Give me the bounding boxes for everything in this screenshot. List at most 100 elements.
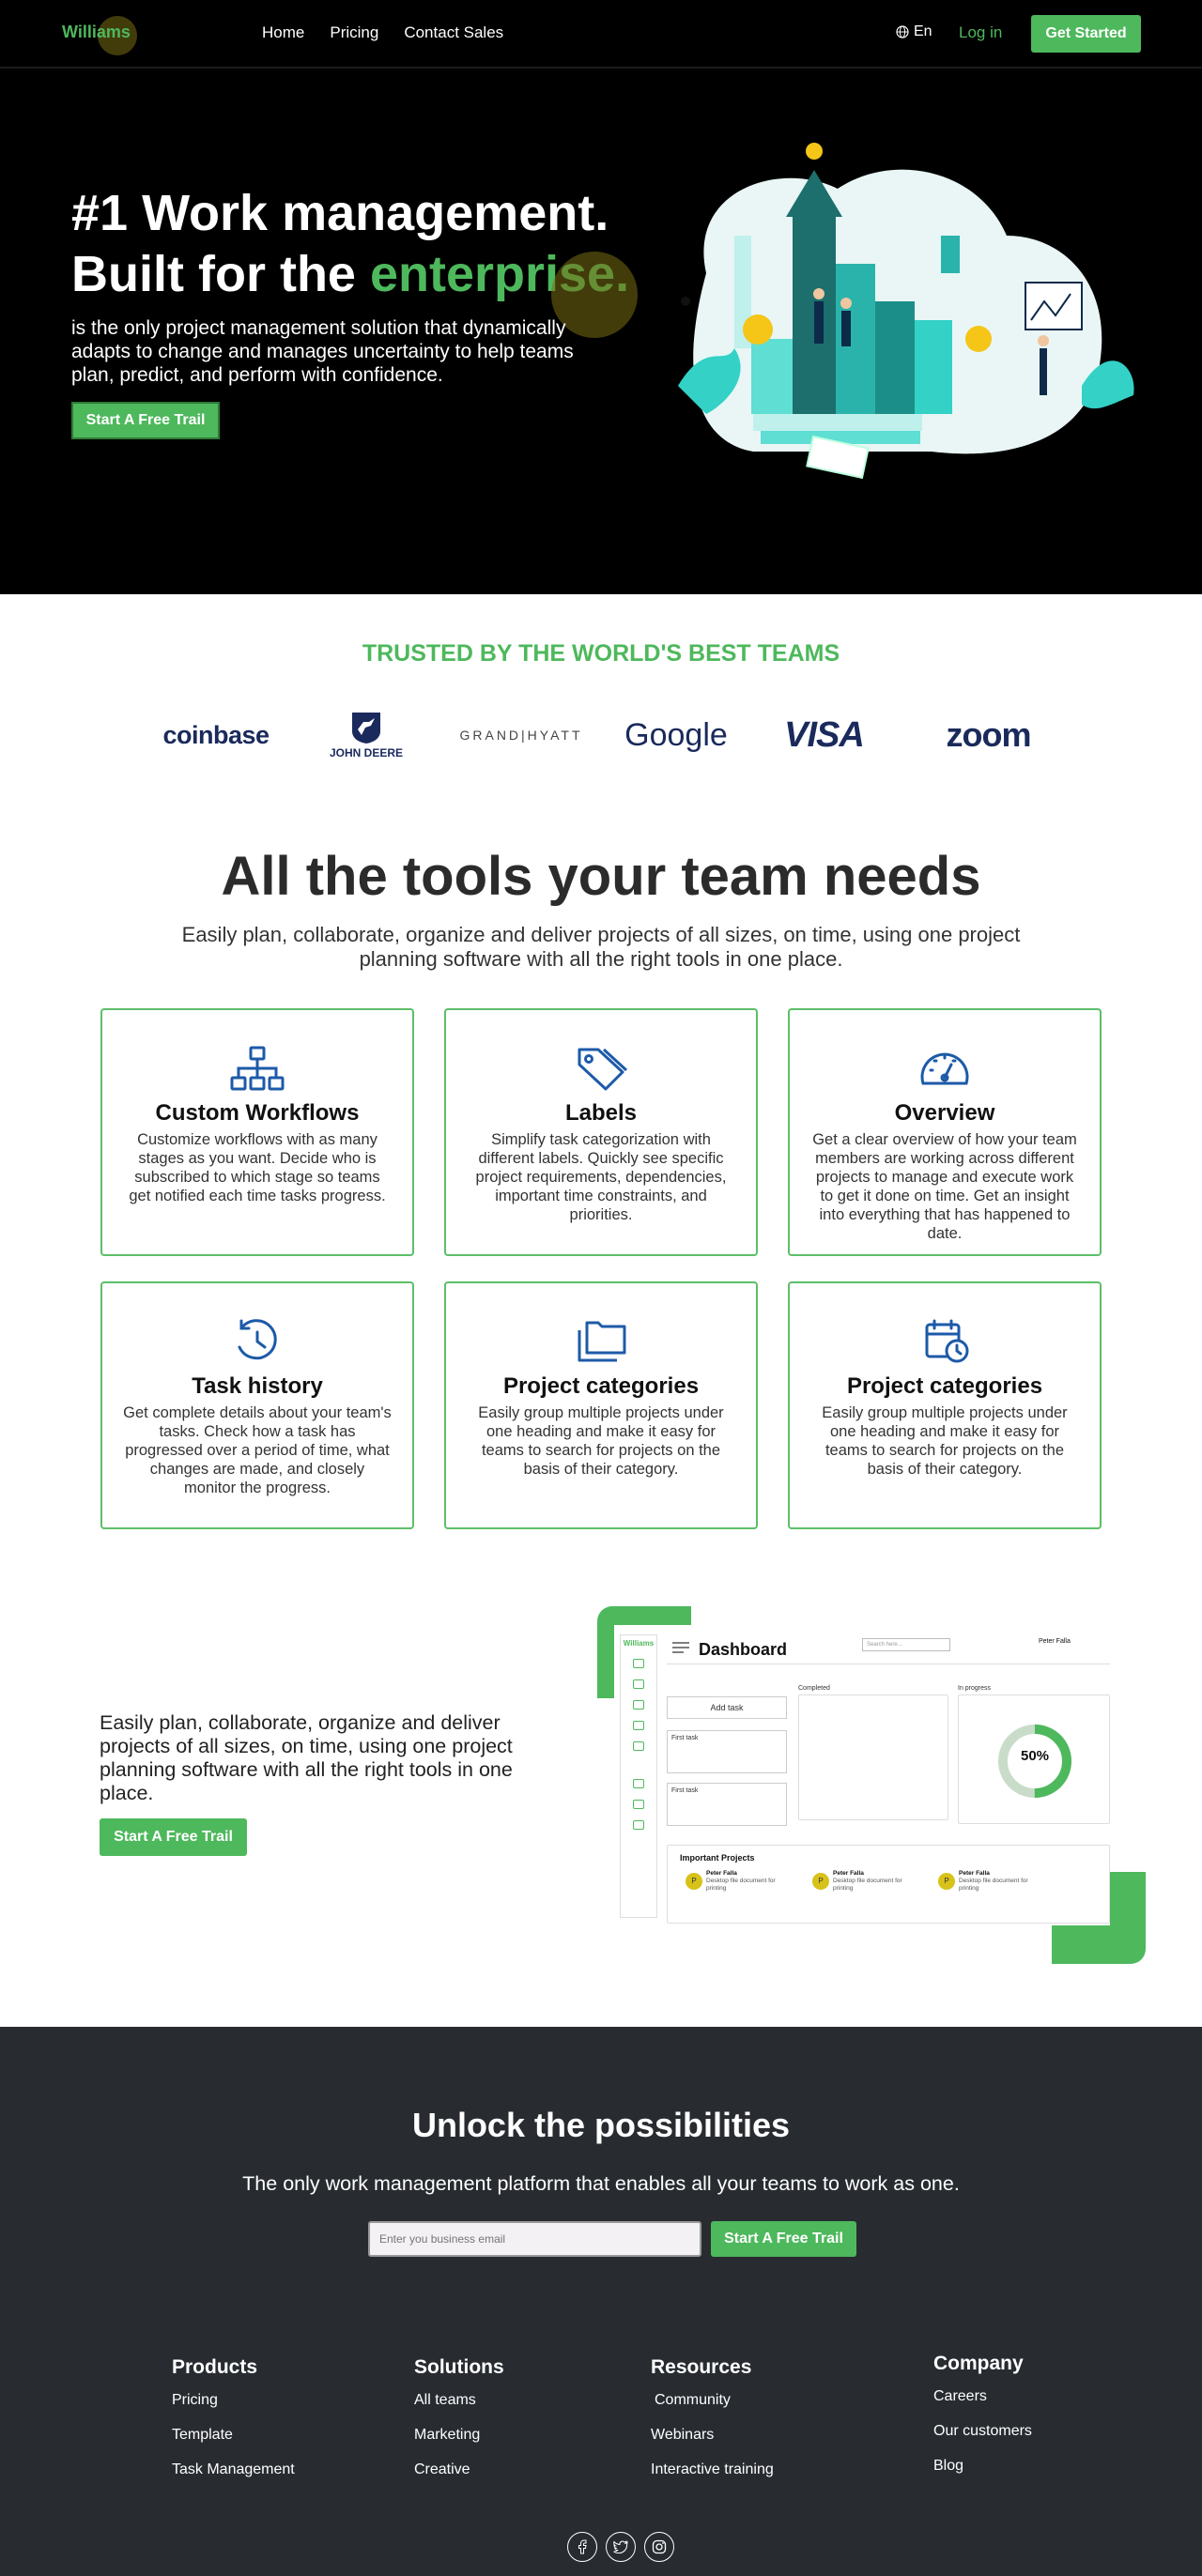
dashboard-section-text: Easily plan, collaborate, organize and d… <box>100 1711 513 1804</box>
hero-description: is the only project management solution … <box>71 317 574 386</box>
footer-column-resources: Resources Community Webinars Interactive… <box>651 2356 774 2496</box>
globe-icon <box>896 25 909 38</box>
footer-column-solutions: Solutions All teams Marketing Creative <box>414 2356 504 2496</box>
footer-link[interactable]: Template <box>172 2427 295 2444</box>
brand-logos: coinbase JOHN DEERE GRAND|HYATT Google V… <box>150 702 1052 768</box>
avatar: P <box>812 1873 829 1890</box>
nav-home[interactable]: Home <box>262 23 304 42</box>
dashboard-start-trial-button[interactable]: Start A Free Trail <box>100 1818 247 1856</box>
instagram-icon[interactable] <box>644 2532 674 2562</box>
task-card: First task <box>667 1730 787 1773</box>
dashboard-user: Peter Falla <box>1039 1638 1071 1645</box>
footer-link[interactable]: Our customers <box>933 2423 1032 2440</box>
unlock-title: Unlock the possibilities <box>411 2106 791 2144</box>
card-title: Task history <box>192 1373 323 1399</box>
task-card: First task <box>667 1783 787 1826</box>
brand-zoom: zoom <box>946 715 1032 754</box>
card-title: Custom Workflows <box>155 1100 360 1126</box>
brand-john-deere-label: JOHN DEERE <box>329 746 404 759</box>
hero-title-prefix: Built for the <box>71 246 370 302</box>
trusted-title: TRUSTED BY THE WORLD'S BEST TEAMS <box>362 640 840 667</box>
help-icon <box>633 1800 644 1809</box>
footer-column-title: Company <box>933 2353 1024 2374</box>
card-text: Get a clear overview of how your team me… <box>812 1131 1077 1242</box>
footer-column-products: Products Pricing Template Task Managemen… <box>172 2356 295 2496</box>
feature-card-custom-workflows: Custom Workflows Customize workflows wit… <box>100 1008 414 1256</box>
dashboard-preview: Williams Dashboard Search here... Peter … <box>614 1625 1110 1925</box>
important-projects-title: Important Projects <box>680 1853 755 1863</box>
footer-link[interactable]: Interactive training <box>651 2461 774 2478</box>
home-icon <box>633 1659 644 1668</box>
feature-card-task-history: Task history Get complete details about … <box>100 1281 414 1529</box>
unlock-subtitle: The only work management platform that e… <box>242 2172 960 2195</box>
footer-column-title: Resources <box>651 2356 752 2378</box>
card-text: Get complete details about your team's t… <box>123 1404 392 1496</box>
project-desc: Desktop file document for printing <box>706 1878 776 1892</box>
feature-card-project-categories: Project categories Easily group multiple… <box>444 1281 758 1529</box>
footer-link[interactable]: All teams <box>414 2392 504 2409</box>
card-text: Customize workflows with as many stages … <box>129 1131 386 1204</box>
gauge-icon <box>920 1052 969 1085</box>
brand-grand-hyatt: GRAND|HYATT <box>459 728 583 743</box>
footer-link[interactable]: Community <box>651 2392 774 2409</box>
card-text: Easily group multiple projects under one… <box>478 1404 724 1478</box>
brand-visa: VISA <box>784 714 865 755</box>
chart-icon <box>633 1721 644 1730</box>
brand-coinbase: coinbase <box>162 720 270 749</box>
footer-link[interactable]: Marketing <box>414 2427 504 2444</box>
hierarchy-icon <box>230 1046 285 1091</box>
project-owner: Peter Falla <box>959 1870 990 1877</box>
login-link[interactable]: Log in <box>959 23 1002 42</box>
hero-start-trial-button[interactable]: Start A Free Trail <box>71 402 220 439</box>
tools-title: All the tools your team needs <box>221 846 981 907</box>
card-text: Simplify task categorization with differ… <box>475 1131 727 1223</box>
feature-card-overview: Overview Get a clear overview of how you… <box>788 1008 1102 1256</box>
project-owner: Peter Falla <box>833 1870 864 1877</box>
folders-icon <box>578 1321 626 1362</box>
team-collaboration-illustration <box>678 143 1134 480</box>
twitter-icon[interactable] <box>606 2532 636 2562</box>
dashboard-title: Dashboard <box>699 1640 788 1659</box>
nav-contact-sales[interactable]: Contact Sales <box>404 23 503 42</box>
task-name: First task <box>671 1735 699 1741</box>
footer-column-title: Solutions <box>414 2356 504 2378</box>
card-title: Overview <box>894 1100 995 1126</box>
language-selector[interactable]: En <box>896 23 932 40</box>
facebook-icon[interactable] <box>567 2532 597 2562</box>
menu-icon <box>672 1642 689 1653</box>
logo[interactable]: Williams <box>62 23 131 42</box>
unlock-start-trial-button[interactable]: Start A Free Trail <box>711 2221 856 2257</box>
history-icon <box>238 1319 277 1360</box>
dashboard-sidebar: Williams <box>620 1634 657 1918</box>
get-started-button[interactable]: Get Started <box>1031 15 1141 53</box>
chat-icon <box>633 1700 644 1710</box>
project-desc: Desktop file document for printing <box>833 1878 902 1892</box>
column-completed-label: Completed <box>798 1685 830 1692</box>
hero-section: #1 Work management. Built for the enterp… <box>0 69 1202 594</box>
nav-pricing[interactable]: Pricing <box>330 23 378 42</box>
brand-john-deere: JOHN DEERE <box>319 702 413 768</box>
footer-link[interactable]: Creative <box>414 2461 504 2478</box>
footer-link[interactable]: Pricing <box>172 2392 295 2409</box>
business-email-input[interactable] <box>368 2221 701 2257</box>
card-title: Project categories <box>846 1373 1043 1399</box>
dashboard-search: Search here... <box>862 1638 950 1651</box>
settings-icon <box>633 1779 644 1788</box>
progress-label: 50% <box>1020 1748 1050 1764</box>
footer-link[interactable]: Webinars <box>651 2427 774 2444</box>
card-title: Labels <box>564 1100 638 1126</box>
top-nav: Williams Home Pricing Contact Sales En L… <box>0 0 1202 69</box>
project-owner: Peter Falla <box>706 1870 737 1877</box>
footer-column-title: Products <box>172 2356 258 2378</box>
tags-icon <box>578 1048 628 1091</box>
deer-logo-icon <box>352 713 380 744</box>
feature-card-labels: Labels Simplify task categorization with… <box>444 1008 758 1256</box>
logout-icon <box>633 1820 644 1830</box>
footer-link[interactable]: Careers <box>933 2388 1032 2405</box>
brand-google: Google <box>624 716 728 753</box>
nav-links: Home Pricing Contact Sales <box>262 23 503 42</box>
add-task-button: Add task <box>667 1696 787 1719</box>
important-project-item: P Peter Falla Desktop file document for … <box>938 1870 1051 1898</box>
footer-link[interactable]: Task Management <box>172 2461 295 2478</box>
footer-link[interactable]: Blog <box>933 2458 1032 2475</box>
